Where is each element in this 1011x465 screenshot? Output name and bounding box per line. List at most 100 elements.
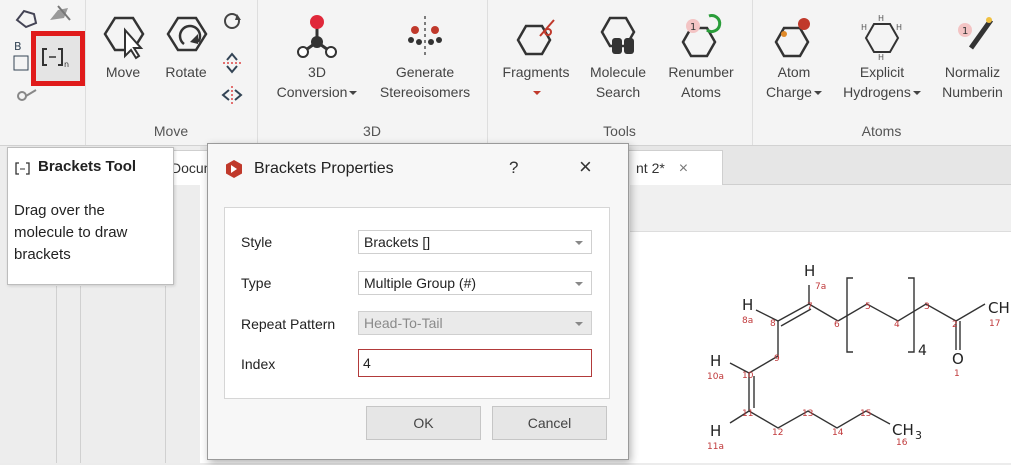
svg-text:B: B xyxy=(14,40,22,53)
rotate-small-icon[interactable] xyxy=(221,10,243,37)
chevron-down-icon xyxy=(912,91,921,96)
binoculars-icon xyxy=(600,16,636,54)
flip-vertical-icon[interactable] xyxy=(221,52,243,79)
canvas-header xyxy=(630,185,1011,232)
atom-number-3: 3 xyxy=(924,302,930,312)
normalize-label2: Numberin xyxy=(942,84,1003,100)
atom-number-13: 13 xyxy=(802,409,813,419)
explicit-label1: Explicit xyxy=(859,64,905,80)
stereoisomers-icon xyxy=(408,16,442,56)
move-button[interactable]: Move xyxy=(97,12,149,82)
svg-text:n: n xyxy=(64,60,69,69)
help-icon[interactable]: ? xyxy=(509,158,518,178)
atom-link-icon[interactable] xyxy=(16,86,40,109)
normalize-numbering-button[interactable]: 1 Normaliz Numberin xyxy=(934,12,1011,102)
properties-panel: Style Brackets [] Type Multiple Group (#… xyxy=(224,207,610,399)
bracket-index-label: 4 xyxy=(918,343,927,359)
explicit-hydrogens-button[interactable]: H H H H Explicit Hydrogens xyxy=(834,12,930,102)
type-label: Type xyxy=(241,275,272,291)
molsearch-label2: Search xyxy=(595,84,641,100)
generate-stereoisomers-button[interactable]: Generate Stereoisomers xyxy=(369,12,481,102)
atom-o: O xyxy=(952,350,964,368)
type-select[interactable]: Multiple Group (#) xyxy=(358,271,592,295)
fragments-icon xyxy=(516,19,555,56)
app-logo-icon xyxy=(226,160,242,178)
chevron-down-icon xyxy=(575,282,583,286)
svg-text:H: H xyxy=(896,23,902,32)
ribbon-group-tools: Fragments Molecule Search 1 Renumber Ato… xyxy=(487,0,753,145)
molecule-search-button[interactable]: Molecule Search xyxy=(581,12,655,102)
chevron-down-icon xyxy=(813,91,822,96)
normalize-label1: Normaliz xyxy=(944,64,1001,80)
svg-text:H: H xyxy=(878,14,884,23)
chevron-down-icon xyxy=(575,241,583,245)
brackets-tooltip: Brackets Tool Drag over the molecule to … xyxy=(7,147,174,285)
move-label: Move xyxy=(105,64,141,80)
repeat-pattern-select: Head-To-Tail xyxy=(358,311,592,335)
charge-label1: Atom xyxy=(777,64,811,80)
stereo-label1: Generate xyxy=(395,64,455,80)
fragments-button[interactable]: Fragments xyxy=(493,12,579,102)
3d-conversion-button[interactable]: 3D Conversion xyxy=(269,12,365,102)
index-input[interactable]: 4 xyxy=(358,349,592,377)
svg-text:H: H xyxy=(878,53,884,60)
explicit-label2: Hydrogens xyxy=(843,84,911,100)
atom-number-8: 8 xyxy=(770,319,776,329)
svg-text:1: 1 xyxy=(962,26,968,37)
atom-ch3-top: CH xyxy=(988,299,1010,317)
atom-number-11: 11 xyxy=(742,409,753,419)
tab-close-icon[interactable]: × xyxy=(679,160,688,177)
3d-molecule-icon xyxy=(297,15,337,58)
atom-number-5: 5 xyxy=(865,302,871,312)
svg-text:1: 1 xyxy=(690,22,696,33)
style-select[interactable]: Brackets [] xyxy=(358,230,592,254)
brackets-tool-button[interactable]: n xyxy=(31,31,85,86)
renumber-atoms-button[interactable]: 1 Renumber Atoms xyxy=(659,12,743,102)
atom-h8: H xyxy=(742,296,753,314)
atom-charge-button[interactable]: Atom Charge xyxy=(756,12,832,102)
rotate-button[interactable]: Rotate xyxy=(159,12,213,82)
close-icon[interactable]: × xyxy=(579,154,592,180)
atom-h11: H xyxy=(710,422,721,440)
flip-horizontal-icon[interactable] xyxy=(221,84,243,111)
ribbon-group-move: Move Rotate Move xyxy=(85,0,258,145)
index-value: 4 xyxy=(363,355,371,371)
dialog-title: Brackets Properties xyxy=(254,160,394,177)
atom-ch3-bottom: CH xyxy=(892,421,914,439)
tab-document-2[interactable]: nt 2* × xyxy=(625,150,723,185)
move-group-label: Move xyxy=(153,123,189,139)
atom-number-7a: 7a xyxy=(815,282,826,292)
eraser-icon[interactable] xyxy=(46,4,76,31)
renumber-label1: Renumber xyxy=(668,64,734,80)
3d-conversion-label2: Conversion xyxy=(276,84,348,100)
3d-conversion-label1: 3D xyxy=(308,64,326,80)
atom-number-1: 1 xyxy=(954,369,960,379)
renumber-icon: 1 xyxy=(681,14,722,58)
chevron-down-icon xyxy=(349,91,358,96)
atom-number-7: 7 xyxy=(807,302,813,312)
atom-h10: H xyxy=(710,352,721,370)
ribbon-group-select: B n xyxy=(0,0,86,145)
atom-number-17: 17 xyxy=(989,319,1000,329)
brackets-icon xyxy=(15,162,30,175)
type-value: Multiple Group (#) xyxy=(364,275,477,291)
move-icon xyxy=(103,16,145,60)
ok-button[interactable]: OK xyxy=(366,406,481,440)
molecule-structure: H H H H CH O CH 3 4 7a 8a 10a 11a 7 8 9 … xyxy=(707,262,1010,452)
atom-number-6: 6 xyxy=(834,320,840,330)
atom-number-10a: 10a xyxy=(707,372,724,382)
fragments-label: Fragments xyxy=(502,64,570,80)
tooltip-body: Drag over the molecule to draw brackets xyxy=(14,202,128,263)
ribbon-group-3d: 3D Conversion Generate Stereoisomers 3D xyxy=(257,0,488,145)
style-value: Brackets [] xyxy=(364,234,431,250)
atoms-group-label: Atoms xyxy=(861,123,902,139)
tooltip-title: Brackets Tool xyxy=(38,158,137,175)
atom-number-16: 16 xyxy=(896,438,908,448)
ribbon: B n Move Rotate Move 3D Conversion Gener… xyxy=(0,0,1011,146)
chevron-down-icon xyxy=(575,322,583,326)
atom-h7: H xyxy=(804,262,815,280)
cancel-button[interactable]: Cancel xyxy=(492,406,607,440)
rotate-icon xyxy=(166,16,208,52)
style-label: Style xyxy=(241,234,273,250)
rotate-label: Rotate xyxy=(165,64,207,80)
